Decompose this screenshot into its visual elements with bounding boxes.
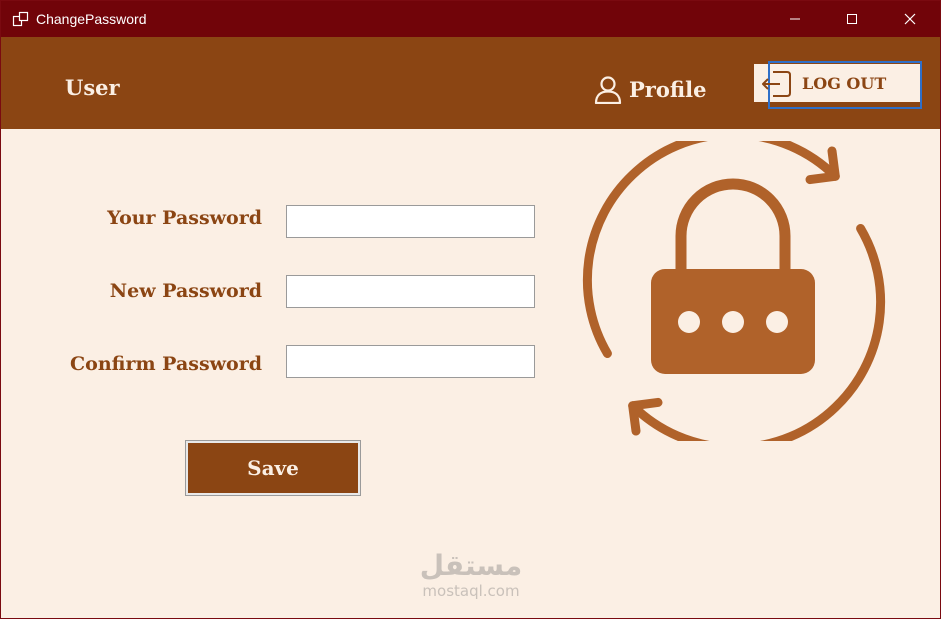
change-password-window: ChangePassword User Profile LOG OUT Your… bbox=[0, 0, 941, 619]
watermark-arabic: مستقل bbox=[419, 549, 523, 582]
maximize-button[interactable] bbox=[823, 1, 881, 37]
app-icon bbox=[12, 11, 29, 27]
minimize-button[interactable] bbox=[766, 1, 824, 37]
your-password-label: Your Password bbox=[107, 207, 262, 229]
confirm-password-field[interactable] bbox=[286, 345, 535, 378]
user-icon bbox=[594, 76, 622, 104]
save-button[interactable]: Save bbox=[185, 440, 361, 496]
close-icon bbox=[904, 13, 916, 25]
lock-refresh-icon bbox=[582, 141, 886, 441]
title-bar[interactable]: ChangePassword bbox=[1, 1, 940, 37]
profile-label: Profile bbox=[629, 76, 707, 102]
your-password-field[interactable] bbox=[286, 205, 535, 238]
user-nav-link[interactable]: User bbox=[65, 75, 120, 100]
save-label: Save bbox=[188, 443, 358, 493]
header-bar: User Profile LOG OUT bbox=[1, 37, 940, 129]
new-password-label: New Password bbox=[109, 280, 262, 302]
window-title: ChangePassword bbox=[36, 11, 147, 27]
logout-label: LOG OUT bbox=[802, 74, 887, 93]
watermark-site: mostaql.com bbox=[422, 582, 520, 600]
minimize-icon bbox=[790, 18, 800, 20]
new-password-field[interactable] bbox=[286, 275, 535, 308]
logout-button[interactable]: LOG OUT bbox=[754, 61, 924, 111]
profile-nav-link[interactable]: Profile bbox=[593, 73, 706, 105]
confirm-password-label: Confirm Password bbox=[70, 353, 262, 375]
watermark: مستقل mostaql.com bbox=[411, 549, 531, 599]
close-button[interactable] bbox=[881, 1, 939, 37]
maximize-icon bbox=[847, 14, 857, 24]
logout-icon bbox=[762, 71, 791, 97]
